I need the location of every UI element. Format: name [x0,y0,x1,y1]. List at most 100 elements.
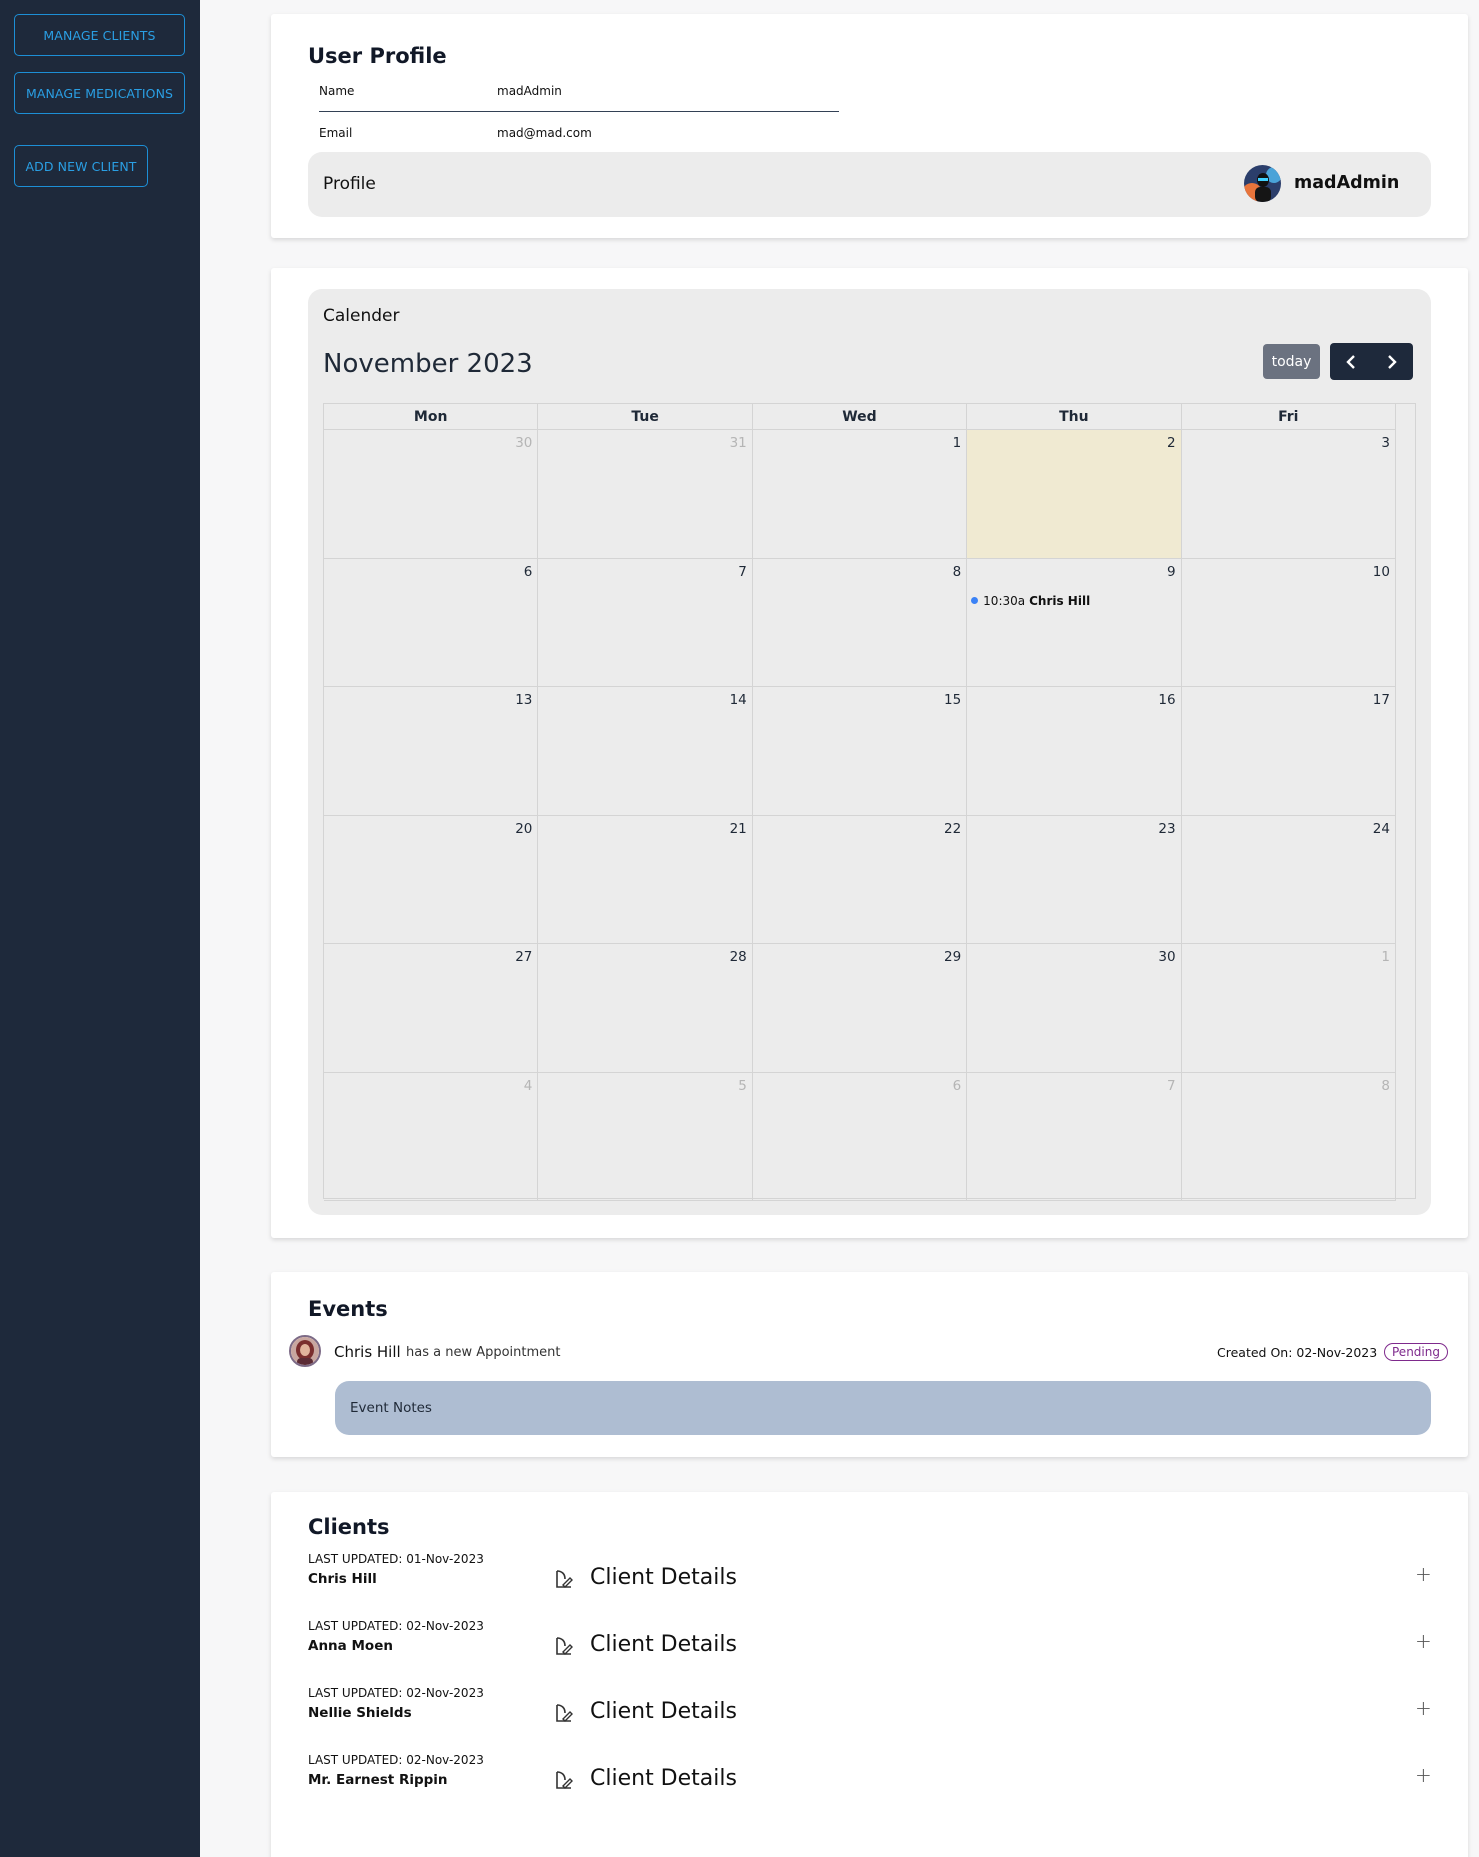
event-avatar [289,1335,321,1367]
expand-plus-icon[interactable]: + [1415,1562,1432,1586]
chevron-right-icon [1388,354,1397,369]
calendar-day-cell[interactable]: 8 [753,558,968,686]
day-number[interactable]: 8 [1381,1078,1390,1094]
day-number[interactable]: 24 [1373,821,1390,837]
calendar-day-cell[interactable]: 17 [1182,687,1396,815]
day-number[interactable]: 17 [1373,692,1390,708]
calendar-day-cell[interactable]: 16 [967,687,1182,815]
day-number[interactable]: 7 [738,564,747,580]
day-number[interactable]: 2 [1167,435,1176,451]
calendar-day-cell[interactable]: 13 [324,687,539,815]
day-number[interactable]: 1 [1381,949,1390,965]
day-number[interactable]: 16 [1158,692,1175,708]
day-number[interactable]: 27 [515,949,532,965]
calendar-day-cell[interactable]: 15 [753,687,968,815]
day-number[interactable]: 10 [1373,564,1390,580]
day-number[interactable]: 30 [515,435,532,451]
day-number[interactable]: 15 [944,692,961,708]
calendar-day-cell[interactable]: 4 [324,1072,539,1200]
calendar-day-cell[interactable]: 20 [324,815,539,943]
avatar[interactable] [1244,165,1281,202]
calendar-day-cell[interactable]: 21 [538,815,753,943]
calendar-day-cell[interactable]: 6 [753,1072,968,1200]
day-number[interactable]: 3 [1381,435,1390,451]
day-number[interactable]: 6 [953,1078,962,1094]
day-number[interactable]: 20 [515,821,532,837]
calendar-day-cell[interactable]: 8 [1182,1072,1396,1200]
event-client-name: Chris Hill [334,1343,401,1361]
next-month-button[interactable] [1372,343,1414,380]
calendar-body: 30 31 1 2 3 6 7 8 9 10:30a Chris Hill 10 13 14 15 16 17 2… [324,430,1396,1201]
client-name: Nellie Shields [308,1705,412,1721]
event-item[interactable]: Chris Hill has a new Appointment Created… [289,1335,1449,1367]
email-value: mad@mad.com [497,126,592,140]
status-badge: Pending [1384,1343,1448,1361]
clients-title: Clients [308,1515,390,1539]
client-name: Anna Moen [308,1638,393,1654]
calendar-day-cell[interactable]: 10 [1182,558,1396,686]
calendar-week-row: 4 5 6 7 8 [324,1072,1396,1201]
client-details-title[interactable]: Client Details [590,1565,737,1590]
calendar-day-cell[interactable]: 31 [538,430,753,558]
day-number[interactable]: 4 [524,1078,533,1094]
calendar-day-cell[interactable]: 9 10:30a Chris Hill [967,558,1182,686]
calendar-day-cell[interactable]: 7 [538,558,753,686]
manage-clients-button[interactable]: MANAGE CLIENTS [14,14,185,56]
manage-medications-button[interactable]: MANAGE MEDICATIONS [14,72,185,114]
calendar-day-cell[interactable]: 3 [1182,430,1396,558]
day-number[interactable]: 6 [524,564,533,580]
day-number[interactable]: 21 [730,821,747,837]
client-details-title[interactable]: Client Details [590,1766,737,1791]
client-row[interactable]: LAST UPDATED: 02-Nov-2023 Anna Moen Clie… [308,1619,1432,1679]
expand-plus-icon[interactable]: + [1415,1629,1432,1653]
expand-plus-icon[interactable]: + [1415,1763,1432,1787]
event-title: Chris Hill [1029,593,1091,608]
calendar-week-row: 13 14 15 16 17 [324,687,1396,816]
client-details-title[interactable]: Client Details [590,1632,737,1657]
day-number[interactable]: 23 [1158,821,1175,837]
day-number[interactable]: 31 [730,435,747,451]
events-card: Events Chris Hill has a new Appointment … [271,1272,1468,1457]
day-number[interactable]: 8 [953,564,962,580]
prev-month-button[interactable] [1330,343,1372,380]
calendar-day-cell[interactable]: 29 [753,944,968,1072]
calendar-event[interactable]: 10:30a Chris Hill [971,594,1090,608]
calendar-day-cell[interactable]: 30 [967,944,1182,1072]
day-number[interactable]: 9 [1167,564,1176,580]
client-row[interactable]: LAST UPDATED: 01-Nov-2023 Chris Hill Cli… [308,1552,1432,1612]
calendar-day-cell[interactable]: 1 [753,430,968,558]
profile-username: madAdmin [1294,173,1400,193]
calendar-day-cell[interactable]: 6 [324,558,539,686]
calendar-day-cell[interactable]: 7 [967,1072,1182,1200]
calendar-day-cell[interactable]: 30 [324,430,539,558]
calendar-day-cell[interactable]: 5 [538,1072,753,1200]
event-description: has a new Appointment [406,1345,561,1360]
calendar-day-cell[interactable]: 27 [324,944,539,1072]
day-number[interactable]: 1 [953,435,962,451]
client-row[interactable]: LAST UPDATED: 02-Nov-2023 Mr. Earnest Ri… [308,1753,1432,1813]
calendar-day-cell[interactable]: 2 [967,430,1182,558]
calendar-day-cell[interactable]: 22 [753,815,968,943]
calendar-day-cell[interactable]: 24 [1182,815,1396,943]
calendar-day-cell[interactable]: 23 [967,815,1182,943]
event-notes[interactable]: Event Notes [335,1381,1431,1435]
today-button[interactable]: today [1263,344,1320,379]
add-new-client-button[interactable]: ADD NEW CLIENT [14,145,148,187]
expand-plus-icon[interactable]: + [1415,1696,1432,1720]
day-number[interactable]: 5 [738,1078,747,1094]
client-row[interactable]: LAST UPDATED: 02-Nov-2023 Nellie Shields… [308,1686,1432,1746]
event-time: 10:30a [983,593,1026,608]
calendar-day-cell[interactable]: 1 [1182,944,1396,1072]
day-number[interactable]: 28 [730,949,747,965]
client-details-title[interactable]: Client Details [590,1699,737,1724]
day-number[interactable]: 14 [730,692,747,708]
events-title: Events [308,1297,388,1321]
day-number[interactable]: 29 [944,949,961,965]
day-number[interactable]: 13 [515,692,532,708]
day-number[interactable]: 22 [944,821,961,837]
day-number[interactable]: 7 [1167,1078,1176,1094]
day-number[interactable]: 30 [1158,949,1175,965]
client-details-icon [556,1704,573,1722]
calendar-day-cell[interactable]: 14 [538,687,753,815]
calendar-day-cell[interactable]: 28 [538,944,753,1072]
